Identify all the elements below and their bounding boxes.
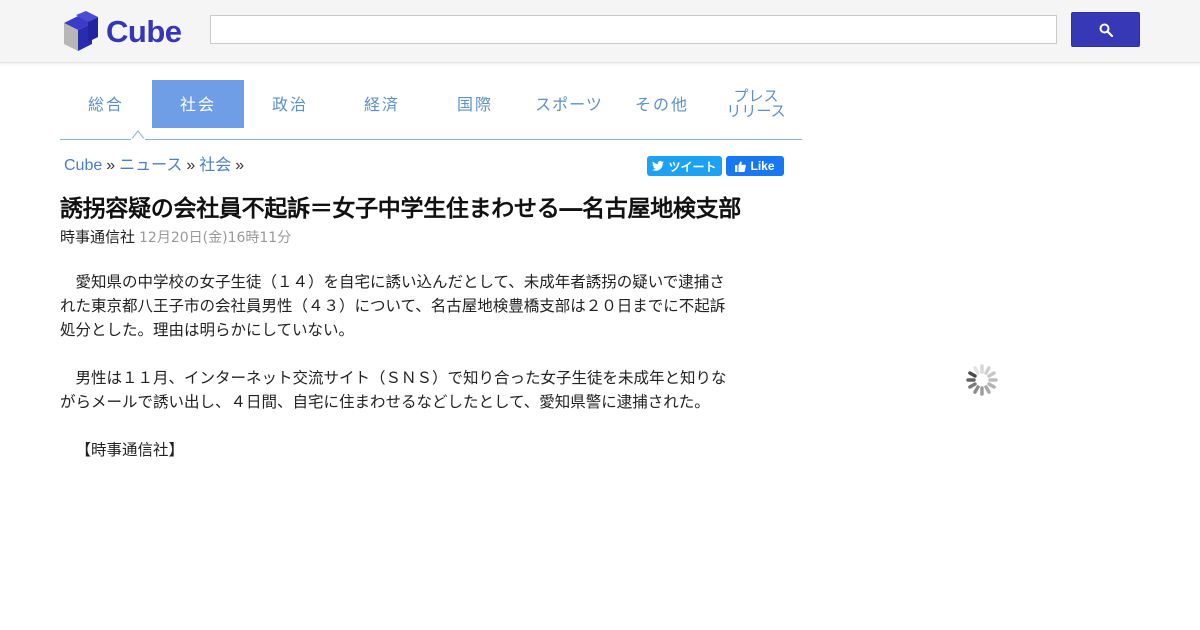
site-header: Cube xyxy=(0,0,1200,63)
article-paragraph: 男性は１１月、インターネット交流サイト（ＳＮＳ）で知り合った女子生徒を未成年と知… xyxy=(60,369,727,411)
article-source: 時事通信社 xyxy=(60,228,136,246)
breadcrumb-news-link[interactable]: ニュース xyxy=(119,157,182,174)
tab-society[interactable]: 社会 xyxy=(152,80,244,128)
facebook-like-button[interactable]: Like xyxy=(726,156,784,176)
tweet-label: ツイート xyxy=(668,159,717,174)
tab-general[interactable]: 総合 xyxy=(60,80,152,128)
search-input[interactable] xyxy=(210,15,1057,44)
thumbs-up-icon xyxy=(735,160,747,172)
search-button[interactable] xyxy=(1071,12,1140,47)
tab-label: 政治 xyxy=(271,94,308,114)
tab-international[interactable]: 国際 xyxy=(429,80,521,128)
breadcrumb-separator: » xyxy=(235,157,245,174)
tab-label: 社会 xyxy=(179,94,216,114)
breadcrumb-society-link[interactable]: 社会 xyxy=(199,157,231,174)
breadcrumb-separator: » xyxy=(106,157,116,174)
tab-label: 総合 xyxy=(87,94,124,114)
tab-other[interactable]: その他 xyxy=(616,80,708,128)
tab-politics[interactable]: 政治 xyxy=(244,80,336,128)
search-icon xyxy=(1099,23,1113,37)
breadcrumb: Cube» ニュース» 社会» xyxy=(64,155,248,177)
article-paragraph: 【時事通信社】 xyxy=(75,441,185,459)
tab-label-line2: リリース xyxy=(726,102,786,120)
article-paragraph: 愛知県の中学校の女子生徒（１４）を自宅に誘い込んだとして、未成年者誘拐の疑いで逮… xyxy=(60,273,726,339)
cube-logo-icon xyxy=(64,11,98,51)
tab-label: スポーツ xyxy=(535,94,603,114)
tab-label: その他 xyxy=(634,94,689,114)
category-nav: 総合 社会 政治 経済 国際 スポーツ その他 プレス リリース xyxy=(60,80,802,140)
logo-text: Cube xyxy=(106,14,182,49)
article-body: 愛知県の中学校の女子生徒（１４）を自宅に誘い込んだとして、未成年者誘拐の疑いで逮… xyxy=(60,270,736,486)
site-logo[interactable]: Cube xyxy=(62,11,182,53)
loading-spinner-icon xyxy=(965,363,999,397)
tweet-button[interactable]: ツイート xyxy=(647,156,722,176)
article-date: 12月20日(金)16時11分 xyxy=(139,230,292,246)
tab-economy[interactable]: 経済 xyxy=(336,80,428,128)
tab-label: 経済 xyxy=(363,94,400,114)
twitter-bird-icon xyxy=(652,161,665,171)
tab-sports[interactable]: スポーツ xyxy=(523,80,615,128)
article-title: 誘拐容疑の会社員不起訴＝女子中学生住まわせる―名古屋地検支部 xyxy=(60,196,742,222)
article-meta: 時事通信社 12月20日(金)16時11分 xyxy=(60,227,291,248)
tab-press-release[interactable]: プレス リリース xyxy=(710,80,802,128)
tab-label: 国際 xyxy=(456,94,493,114)
like-label: Like xyxy=(750,159,775,173)
breadcrumb-separator: » xyxy=(186,157,196,174)
breadcrumb-home-link[interactable]: Cube xyxy=(64,157,102,174)
